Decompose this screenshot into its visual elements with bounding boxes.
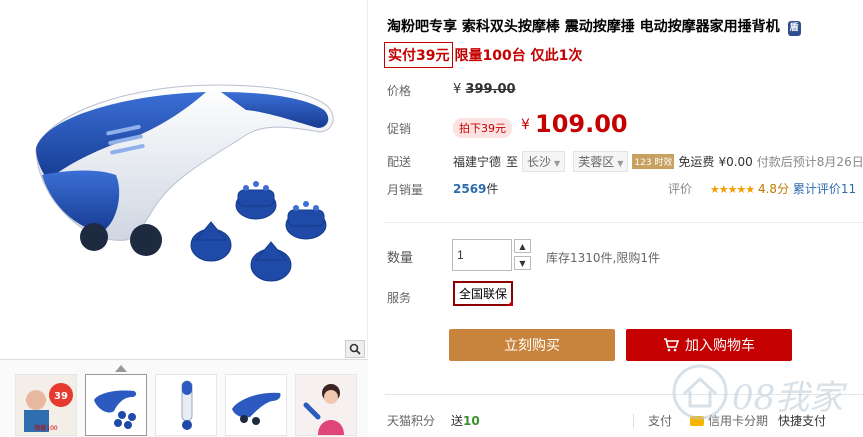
rating-score: 4.8分: [757, 182, 790, 196]
district-select[interactable]: 芙蓉区 ▼: [573, 151, 629, 172]
chevron-down-icon: ▼: [617, 159, 624, 168]
thumbnail-4[interactable]: [225, 374, 287, 436]
points-info: 送10: [451, 412, 480, 429]
monthly-sales: 2569件: [453, 180, 498, 197]
quantity-decrease-button[interactable]: ▼: [514, 256, 531, 270]
delivery-estimate: 付款后预计8月26日: [756, 155, 863, 169]
district-select-value: 芙蓉区: [578, 155, 615, 169]
monthly-sales-count: 2569: [453, 182, 487, 196]
payment-label: 支付: [648, 414, 673, 428]
timeliness-badge: 123 时效: [632, 154, 675, 169]
thumbnail-5[interactable]: [295, 374, 357, 436]
buy-now-button[interactable]: 立刻购买: [449, 329, 615, 361]
magnifier-icon: [349, 343, 361, 355]
service-option-warranty[interactable]: 全国联保: [453, 281, 514, 306]
product-title: 淘粉吧专享 索科双头按摩棒 震动按摩捶 电动按摩器家用捶背机盾: [387, 16, 801, 36]
pay-divider: [633, 413, 634, 428]
thumbnail-3[interactable]: [155, 374, 217, 436]
original-price-value: 399.00: [465, 82, 516, 97]
massager-illustration: [35, 84, 334, 282]
original-price-currency: ¥: [453, 82, 462, 97]
rating-stars-icon: ★★★★★: [709, 183, 755, 196]
thumbnail-1[interactable]: 39 限量100: [15, 374, 77, 436]
active-thumb-arrow: [115, 365, 127, 372]
points-prefix: 送: [451, 414, 464, 428]
thumb-massager-side-image: [181, 380, 193, 430]
ship-to-label: 至: [506, 155, 519, 169]
original-price: ¥ 399.00: [453, 82, 516, 97]
thumb-promo-image: 39 限量100: [16, 375, 76, 435]
points-label: 天猫积分: [387, 414, 436, 428]
thumbnail-strip: 39 限量100: [0, 359, 368, 437]
thumb-massager-angle-image: [232, 392, 281, 425]
chevron-down-icon: ▼: [554, 159, 561, 168]
service-label: 服务: [387, 291, 412, 305]
thumb-promo-sub: 限量100: [34, 424, 58, 432]
product-gallery: 39 限量100: [0, 0, 368, 437]
city-select-value: 长沙: [527, 155, 552, 169]
shield-badge-icon: 盾: [787, 21, 801, 36]
ship-from: 福建宁德: [453, 155, 502, 169]
buy-now-label: 立刻购买: [504, 338, 560, 354]
watermark-text: 08我家: [732, 378, 844, 418]
promo-line: 实付39元 限量100台 仅此1次: [384, 42, 583, 68]
coupon-badge: 拍下39元: [453, 118, 512, 138]
promo-price-currency: ¥: [521, 117, 530, 133]
monthly-sales-unit: 件: [486, 182, 499, 196]
site-watermark: 08我家: [670, 358, 860, 428]
free-shipping-label: 免运费: [678, 155, 715, 169]
thumb-massager-image: [94, 390, 137, 429]
points-value: 10: [463, 414, 480, 428]
price-label: 价格: [387, 84, 412, 98]
promo-highlight: 实付39元: [384, 42, 454, 68]
divider: [385, 222, 863, 223]
add-to-cart-label: 加入购物车: [685, 338, 755, 354]
cart-icon: [664, 338, 679, 352]
city-select[interactable]: 长沙 ▼: [522, 151, 566, 172]
shipping-fee: ¥0.00: [718, 154, 753, 169]
rating-info: 评价 ★★★★★ 4.8分 累计评价11: [668, 180, 856, 197]
reviews-link[interactable]: 累计评价11: [793, 182, 856, 196]
stock-info: 库存1310件,限购1件: [546, 251, 660, 265]
quantity-increase-button[interactable]: ▲: [514, 239, 531, 253]
product-title-text: 淘粉吧专享 索科双头按摩棒 震动按摩捶 电动按摩器家用捶背机: [387, 19, 780, 35]
quantity-input[interactable]: [452, 239, 512, 271]
promotion-label: 促销: [387, 122, 412, 136]
main-product-image[interactable]: [6, 0, 368, 358]
monthly-sales-label: 月销量: [387, 183, 424, 197]
promo-limit: 限量100台 仅此1次: [454, 48, 583, 64]
shipping-info: 福建宁德 至 长沙 ▼ 芙蓉区 ▼ 123 时效 免运费 ¥0.00 付款后预计8月…: [453, 151, 863, 172]
promo-price: 109.00: [535, 110, 628, 138]
shipping-label: 配送: [387, 155, 412, 169]
add-to-cart-button[interactable]: 加入购物车: [626, 329, 792, 361]
thumb-promo-price: 39: [54, 391, 68, 402]
quantity-label: 数量: [387, 251, 414, 266]
house-logo-icon: [672, 364, 728, 420]
rating-label: 评价: [668, 182, 693, 196]
zoom-button[interactable]: [345, 340, 365, 358]
thumbnail-2[interactable]: [85, 374, 147, 436]
thumb-model-image: [296, 375, 356, 435]
